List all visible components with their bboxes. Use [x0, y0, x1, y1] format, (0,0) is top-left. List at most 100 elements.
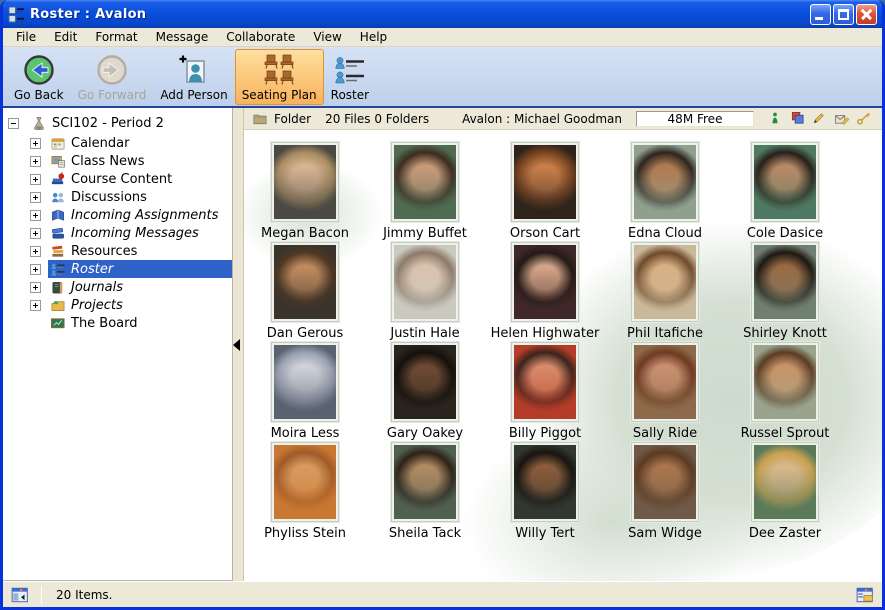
panel-toggle-right-icon[interactable] — [856, 586, 874, 604]
student-photo[interactable] — [391, 442, 459, 522]
student-item-dee-zaster[interactable]: Dee Zaster — [725, 442, 845, 542]
seating-plan-button[interactable]: Seating Plan — [235, 49, 324, 105]
tree-expander-minus-icon[interactable] — [8, 118, 19, 129]
collapse-panel-icon[interactable] — [233, 339, 240, 351]
student-item-orson-cart[interactable]: Orson Cart — [485, 142, 605, 242]
student-photo[interactable] — [511, 442, 579, 522]
student-name-label: Phyliss Stein — [264, 526, 346, 541]
student-photo-image — [514, 145, 576, 219]
student-item-sheila-tack[interactable]: Sheila Tack — [365, 442, 485, 542]
student-photo[interactable] — [631, 242, 699, 322]
student-photo[interactable] — [751, 342, 819, 422]
tree-item-incoming-assignments[interactable]: Incoming Assignments — [3, 206, 232, 224]
tree-item-calendar[interactable]: Calendar — [3, 134, 232, 152]
student-photo[interactable] — [511, 142, 579, 222]
tree-item-resources[interactable]: Resources — [3, 242, 232, 260]
tree-item-class-news[interactable]: Class News — [3, 152, 232, 170]
student-item-russel-sprout[interactable]: Russel Sprout — [725, 342, 845, 442]
student-item-willy-tert[interactable]: Willy Tert — [485, 442, 605, 542]
student-photo[interactable] — [391, 242, 459, 322]
student-item-helen-highwater[interactable]: Helen Highwater — [485, 242, 605, 342]
student-item-justin-hale[interactable]: Justin Hale — [365, 242, 485, 342]
student-photo-image — [514, 345, 576, 419]
student-photo[interactable] — [751, 442, 819, 522]
student-photo[interactable] — [751, 242, 819, 322]
go-back-button[interactable]: Go Back — [7, 49, 71, 105]
student-photo[interactable] — [631, 142, 699, 222]
tree-expander-plus-icon[interactable] — [30, 282, 41, 293]
tree-item-journals[interactable]: Journals — [3, 278, 232, 296]
student-item-dan-gerous[interactable]: Dan Gerous — [245, 242, 365, 342]
tree-expander-plus-icon[interactable] — [30, 174, 41, 185]
close-button[interactable] — [856, 4, 877, 25]
panel-toggle-left-icon[interactable] — [11, 586, 29, 604]
student-item-sam-widge[interactable]: Sam Widge — [605, 442, 725, 542]
tree-expander-plus-icon[interactable] — [30, 228, 41, 239]
menu-item-format[interactable]: Format — [86, 28, 146, 46]
student-photo[interactable] — [631, 342, 699, 422]
tree-expander-plus-icon[interactable] — [30, 156, 41, 167]
student-photo[interactable] — [391, 342, 459, 422]
student-item-phil-itafiche[interactable]: Phil Itafiche — [605, 242, 725, 342]
student-photo[interactable] — [271, 242, 339, 322]
student-item-edna-cloud[interactable]: Edna Cloud — [605, 142, 725, 242]
app-window-icon[interactable] — [8, 6, 25, 23]
tree-item-the-board[interactable]: The Board — [3, 314, 232, 332]
tree-expander-plus-icon[interactable] — [30, 300, 41, 311]
person-icon[interactable] — [768, 111, 784, 127]
student-item-shirley-knott[interactable]: Shirley Knott — [725, 242, 845, 342]
student-photo-image — [754, 145, 816, 219]
pencil-icon[interactable] — [812, 111, 828, 127]
student-photo-image — [634, 145, 696, 219]
student-photo-image — [634, 445, 696, 519]
key-pencil-icon[interactable] — [856, 111, 872, 127]
menu-item-file[interactable]: File — [7, 28, 45, 46]
copy-icon[interactable] — [790, 111, 806, 127]
student-item-moira-less[interactable]: Moira Less — [245, 342, 365, 442]
student-photo[interactable] — [511, 242, 579, 322]
tree-expander-plus-icon[interactable] — [30, 264, 41, 275]
student-item-sally-ride[interactable]: Sally Ride — [605, 342, 725, 442]
tree-item-roster[interactable]: Roster — [3, 260, 232, 278]
student-photo[interactable] — [271, 142, 339, 222]
tree-item-incoming-messages[interactable]: Incoming Messages — [3, 224, 232, 242]
student-item-megan-bacon[interactable]: Megan Bacon — [245, 142, 365, 242]
maximize-button[interactable] — [833, 4, 854, 25]
roster-button[interactable]: Roster — [324, 49, 376, 105]
menu-item-help[interactable]: Help — [351, 28, 396, 46]
panel-splitter[interactable] — [232, 108, 244, 581]
tree-item-sci102-period-2[interactable]: SCI102 - Period 2 — [3, 114, 232, 132]
tree-expander-plus-icon[interactable] — [30, 246, 41, 257]
mail-edit-icon[interactable] — [834, 111, 850, 127]
add-person-icon — [178, 54, 210, 86]
journal-icon — [50, 280, 66, 295]
student-name-label: Cole Dasice — [747, 226, 823, 241]
student-photo[interactable] — [271, 442, 339, 522]
student-name-label: Helen Highwater — [491, 326, 600, 341]
student-photo[interactable] — [391, 142, 459, 222]
student-photo[interactable] — [631, 442, 699, 522]
student-photo[interactable] — [751, 142, 819, 222]
tree-item-label: Incoming Assignments — [71, 208, 218, 223]
tree-expander-plus-icon[interactable] — [30, 192, 41, 203]
student-item-cole-dasice[interactable]: Cole Dasice — [725, 142, 845, 242]
menu-item-collaborate[interactable]: Collaborate — [217, 28, 304, 46]
menu-item-view[interactable]: View — [304, 28, 350, 46]
tree-expander-plus-icon[interactable] — [30, 138, 41, 149]
student-item-billy-piggot[interactable]: Billy Piggot — [485, 342, 605, 442]
add-person-button[interactable]: Add Person — [153, 49, 234, 105]
student-item-jimmy-buffet[interactable]: Jimmy Buffet — [365, 142, 485, 242]
tree-item-course-content[interactable]: Course Content — [3, 170, 232, 188]
tree-item-projects[interactable]: Projects — [3, 296, 232, 314]
student-photo[interactable] — [271, 342, 339, 422]
student-item-gary-oakey[interactable]: Gary Oakey — [365, 342, 485, 442]
calendar-icon — [50, 136, 66, 151]
menu-item-message[interactable]: Message — [147, 28, 218, 46]
tree-item-discussions[interactable]: Discussions — [3, 188, 232, 206]
menu-item-edit[interactable]: Edit — [45, 28, 86, 46]
student-item-phyliss-stein[interactable]: Phyliss Stein — [245, 442, 365, 542]
maximize-icon — [838, 9, 849, 20]
minimize-button[interactable] — [810, 4, 831, 25]
student-photo[interactable] — [511, 342, 579, 422]
tree-expander-plus-icon[interactable] — [30, 210, 41, 221]
